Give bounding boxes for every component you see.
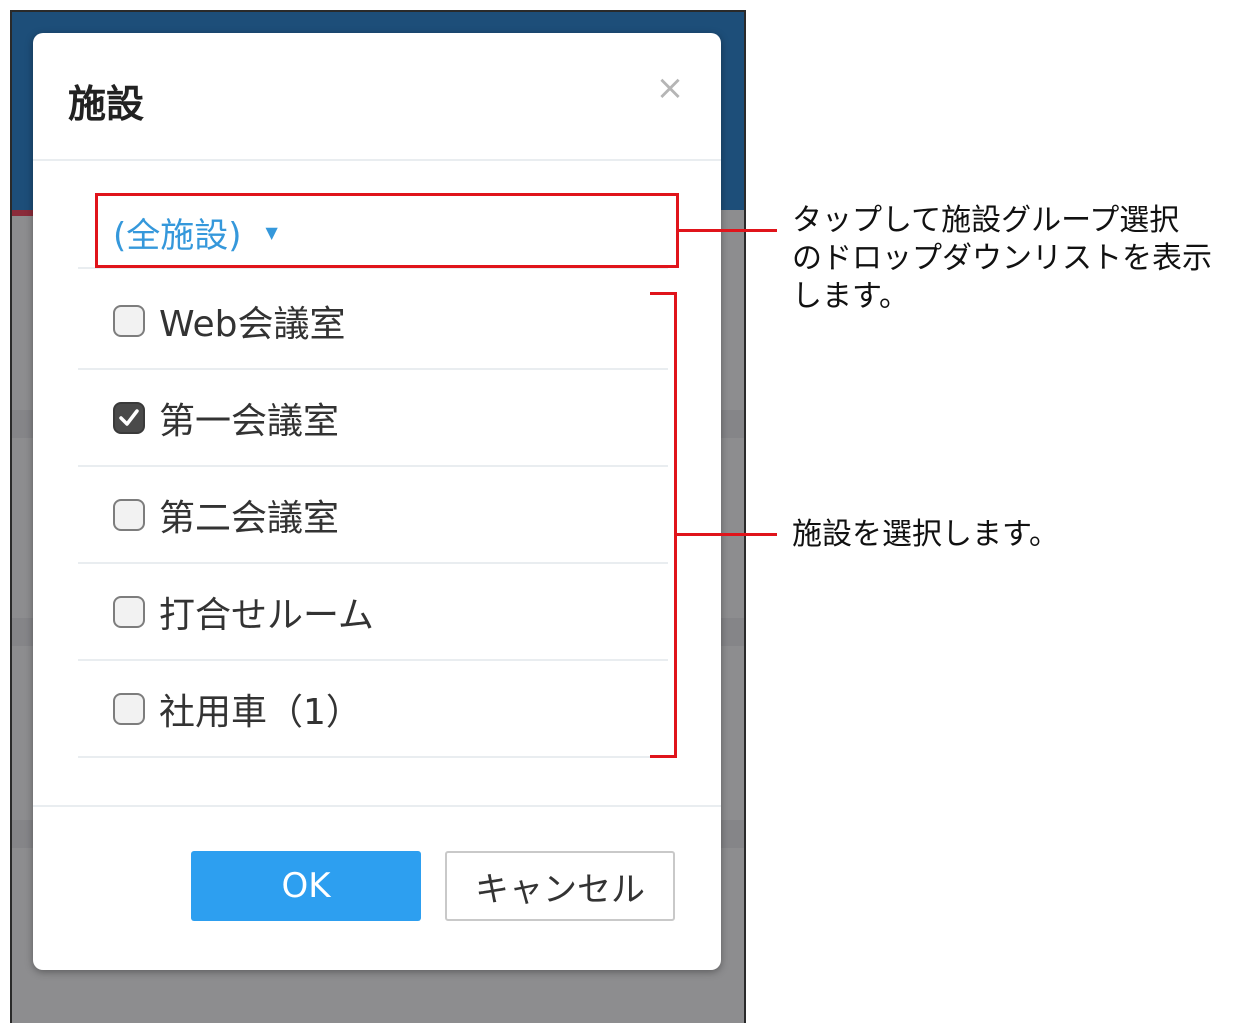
annotation-bracket-bottom bbox=[650, 755, 677, 758]
annotation-line: します。 bbox=[792, 279, 909, 314]
checkbox-checked[interactable] bbox=[113, 401, 145, 434]
checkmark-icon bbox=[119, 408, 139, 426]
facility-label: Web会議室 bbox=[159, 303, 346, 345]
dialog-title: 施設 bbox=[68, 82, 145, 126]
facility-label: 第二会議室 bbox=[159, 497, 340, 539]
dialog-header: 施設 × bbox=[33, 33, 721, 161]
annotation-line: のドロップダウンリストを表示 bbox=[792, 241, 1212, 276]
facility-item-company-car[interactable]: 社用車（1） bbox=[78, 661, 668, 758]
checkbox[interactable] bbox=[113, 498, 145, 531]
close-icon[interactable]: × bbox=[655, 71, 685, 105]
annotation-leader-line bbox=[679, 229, 777, 232]
facility-list: Web会議室 第一会議室 第二会議室 打合せルーム 社用車（1） bbox=[78, 273, 668, 758]
annotation-bracket-top bbox=[650, 292, 677, 295]
ok-button[interactable]: OK bbox=[191, 851, 421, 921]
annotation-bracket-vertical bbox=[674, 292, 677, 758]
facility-item-web-meeting-room[interactable]: Web会議室 bbox=[78, 273, 668, 370]
facility-item-meeting-room-2[interactable]: 第二会議室 bbox=[78, 467, 668, 564]
annotation-facility-note: 施設を選択します。 bbox=[792, 517, 1059, 552]
checkbox[interactable] bbox=[113, 692, 145, 725]
facility-label: 社用車（1） bbox=[159, 691, 362, 733]
annotation-highlight-box bbox=[95, 193, 679, 268]
facility-label: 打合せルーム bbox=[159, 594, 374, 636]
cancel-button[interactable]: キャンセル bbox=[445, 851, 675, 921]
facility-dialog: 施設 × (全施設) ▼ Web会議室 第一会議室 第二会議室 打合せルーム 社… bbox=[33, 33, 721, 970]
dialog-footer-divider bbox=[33, 805, 721, 807]
annotation-line: タップして施設グループ選択 bbox=[792, 203, 1180, 238]
facility-item-meeting-room-1[interactable]: 第一会議室 bbox=[78, 370, 668, 467]
facility-item-meeting-room-small[interactable]: 打合せルーム bbox=[78, 564, 668, 661]
checkbox[interactable] bbox=[113, 595, 145, 628]
checkbox[interactable] bbox=[113, 304, 145, 337]
annotation-group-select-note: タップして施設グループ選択 のドロップダウンリストを表示 します。 bbox=[792, 202, 1212, 316]
facility-label: 第一会議室 bbox=[159, 400, 340, 442]
annotation-leader-line bbox=[677, 533, 777, 536]
